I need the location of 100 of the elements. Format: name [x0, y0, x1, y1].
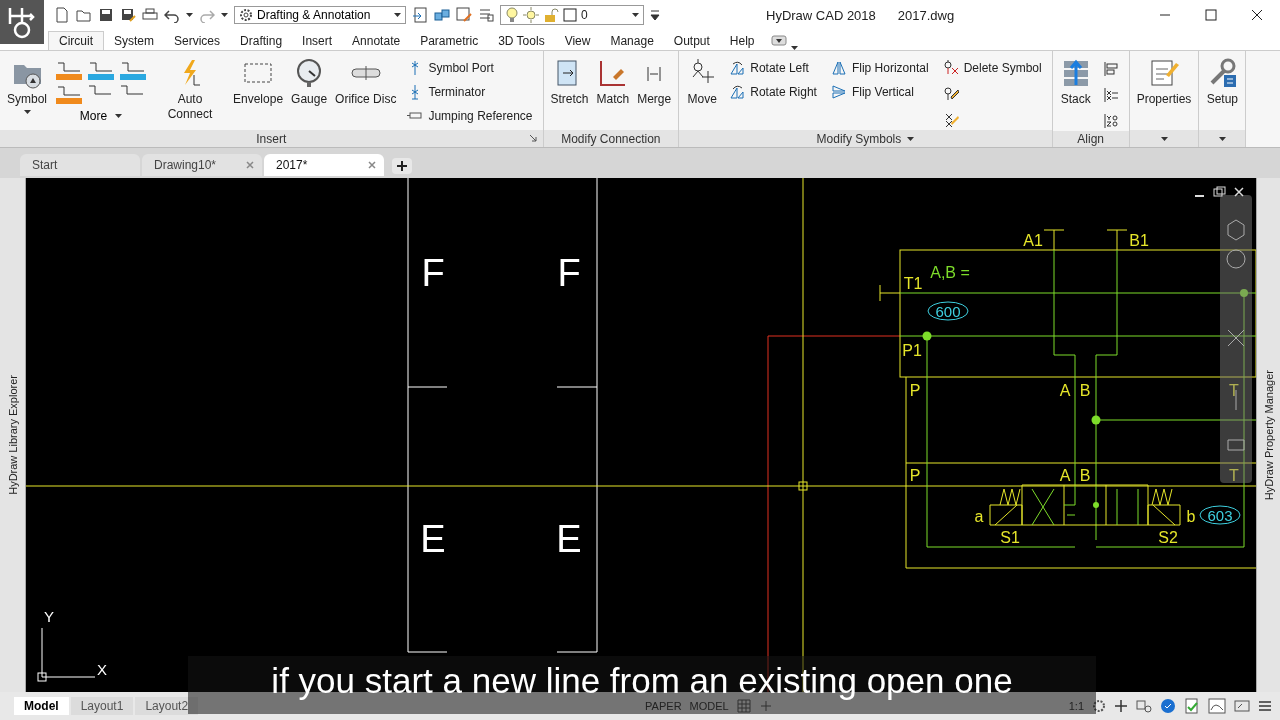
rotate-right-icon — [729, 84, 746, 100]
terminator-icon — [411, 84, 420, 100]
subtitle-caption: if you start a new line from an existing open one — [271, 663, 1013, 698]
caret-icon — [632, 13, 639, 17]
ribbon-button[interactable]: Flip Horizontal — [828, 59, 931, 77]
minimize-viewport-icon[interactable] — [1194, 195, 1205, 197]
ribbon-button[interactable]: Stack — [1056, 55, 1095, 131]
restore-viewport-icon[interactable] — [1213, 186, 1226, 197]
layer-dropdown[interactable]: 0 — [500, 5, 644, 25]
color-swatch-icon — [563, 8, 577, 22]
align-left-icon[interactable] — [1102, 61, 1119, 77]
property-manager-panel-label[interactable]: HyDraw Property Manager — [1262, 369, 1275, 501]
plus-icon — [1114, 699, 1128, 713]
ribbon-tab[interactable]: Output — [663, 31, 720, 50]
ribbon-button[interactable]: Setup — [1203, 55, 1242, 130]
ribbon-button[interactable]: Jumping Reference — [405, 107, 535, 125]
tag-number: 603 — [1207, 507, 1233, 524]
edit-symbol-icon[interactable] — [942, 85, 959, 101]
layout-tab[interactable]: Layout1 — [70, 697, 134, 715]
ribbon-button[interactable]: Move — [683, 55, 722, 130]
align-yz-icon[interactable] — [1102, 113, 1119, 129]
ribbon-button[interactable]: Auto Connect — [152, 55, 228, 130]
axis-label: Y — [44, 608, 54, 625]
caret-icon — [221, 13, 228, 17]
close-icon[interactable] — [368, 161, 376, 169]
new-file-icon — [54, 7, 70, 23]
ribbon-button[interactable]: Stretch — [547, 55, 592, 130]
pin-icon — [411, 60, 420, 76]
ribbon-tab[interactable]: Circuit — [48, 31, 104, 50]
ribbon-tab[interactable]: Annotate — [342, 31, 411, 50]
annotation-scale[interactable]: 1:1 — [1068, 700, 1084, 712]
document-tab[interactable]: Drawing10* — [142, 154, 262, 176]
frame-label: F — [421, 252, 445, 294]
connection-style-icon — [56, 61, 82, 81]
ribbon-button[interactable]: Match — [593, 55, 633, 130]
ribbon-button[interactable]: Delete Symbol — [940, 59, 1044, 77]
ribbon-button[interactable]: Envelope — [230, 55, 287, 130]
layout-tab[interactable]: Model — [14, 697, 69, 715]
gear-icon — [1092, 699, 1106, 713]
ribbon-button[interactable]: Terminator — [405, 83, 535, 101]
document-pencil-icon — [1148, 57, 1180, 89]
ribbon-button[interactable]: Rotate Right — [727, 83, 819, 101]
new-tab-button[interactable] — [392, 158, 412, 174]
layer-list-icon — [478, 7, 494, 23]
ribbon-tab[interactable]: View — [554, 31, 601, 50]
graph-icon — [1208, 698, 1226, 714]
ribbon-tab[interactable]: Drafting — [230, 31, 293, 50]
ribbon-button[interactable]: Flip Vertical — [828, 83, 931, 101]
flip-vertical-icon — [830, 84, 847, 100]
workspace-dropdown[interactable]: Drafting & Annotation — [234, 6, 406, 24]
port-label: A — [1059, 382, 1071, 399]
document-name: 2017.dwg — [897, 7, 955, 23]
connection-style-icon — [56, 85, 82, 105]
solenoid-label: S2 — [1158, 529, 1178, 546]
redo-icon — [199, 7, 215, 23]
sun-icon — [523, 7, 539, 23]
ribbon-tab[interactable]: 3D Tools — [488, 31, 555, 50]
ribbon-button[interactable]: Merge — [634, 55, 675, 130]
ribbon-button[interactable]: Orifice Disc — [332, 55, 400, 130]
ribbon-tab[interactable]: Manage — [600, 31, 664, 50]
print-icon — [142, 7, 158, 23]
space-toggle[interactable]: MODEL — [689, 700, 729, 712]
ribbon-button[interactable]: Gauge — [288, 55, 331, 130]
connection-style-icon — [120, 61, 146, 81]
ribbon-tab[interactable]: Services — [164, 31, 231, 50]
ucs-axes-icon — [37, 627, 96, 682]
ribbon-button[interactable]: Symbol — [4, 55, 50, 130]
frame-label: E — [420, 518, 446, 560]
axis-label: X — [97, 661, 107, 678]
ribbon-button[interactable]: Symbol Port — [405, 59, 535, 77]
maximize-icon — [1205, 9, 1217, 21]
ribbon-button[interactable]: Rotate Left — [727, 59, 819, 77]
close-icon[interactable] — [246, 161, 254, 169]
close-icon — [1251, 9, 1263, 21]
ribbon-button[interactable]: Properties — [1133, 55, 1195, 130]
ribbon-tab[interactable]: Parametric — [410, 31, 489, 50]
close-viewport-icon[interactable] — [1234, 187, 1244, 197]
ribbon-tab[interactable]: System — [104, 31, 165, 50]
more-button[interactable]: More — [75, 107, 127, 125]
panel-title: Modify Connection — [561, 131, 661, 146]
app-menu-button[interactable] — [0, 0, 44, 44]
caret-icon — [186, 13, 193, 17]
layout-tab[interactable]: Layout2 — [135, 697, 199, 715]
ribbon-tab[interactable]: Insert — [292, 31, 343, 50]
port-label: T — [1229, 382, 1239, 399]
lightbulb-icon — [505, 7, 519, 23]
port-label: A1 — [1023, 232, 1043, 249]
document-tab[interactable]: 2017* — [264, 154, 384, 176]
dialog-launcher-icon[interactable] — [529, 135, 537, 142]
plus-icon — [397, 161, 407, 171]
flip-horizontal-icon — [830, 60, 847, 76]
ribbon-tab[interactable]: Help — [719, 31, 765, 50]
library-explorer-panel-label[interactable]: HyDraw Library Explorer — [6, 375, 19, 495]
check-document-icon — [1184, 698, 1200, 714]
panel-title: Modify Symbols — [816, 131, 902, 146]
align-spacing-icon[interactable] — [1102, 87, 1119, 103]
port-label: P1 — [902, 342, 922, 359]
solenoid-label: S1 — [1000, 529, 1020, 546]
document-tab[interactable]: Start — [20, 154, 140, 176]
customize-menu-icon — [650, 9, 660, 21]
